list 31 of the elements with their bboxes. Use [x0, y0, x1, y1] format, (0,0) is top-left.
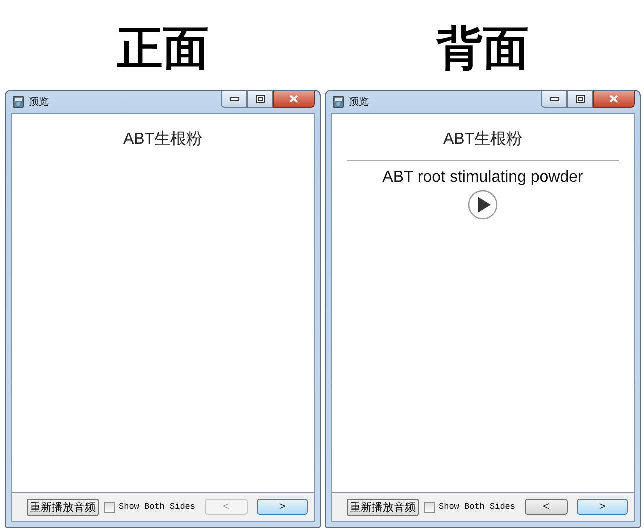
- next-button[interactable]: >: [257, 499, 308, 515]
- close-button[interactable]: [273, 91, 315, 108]
- app-icon: [13, 96, 24, 108]
- checkbox-label: Show Both Sides: [439, 502, 516, 512]
- maximize-icon: [256, 95, 264, 103]
- card-back-text: ABT root stimulating powder: [382, 169, 584, 187]
- app-icon: [333, 96, 344, 108]
- checkbox[interactable]: [424, 502, 435, 512]
- play-icon[interactable]: [468, 190, 498, 220]
- replay-audio-button[interactable]: 重新播放音频: [27, 498, 99, 516]
- checkbox-label: Show Both Sides: [119, 502, 196, 512]
- minimize-button[interactable]: [221, 91, 247, 108]
- maximize-button[interactable]: [247, 91, 273, 108]
- window-title: 预览: [349, 96, 369, 109]
- next-button[interactable]: >: [577, 499, 628, 515]
- card-front-text: ABT生根粉: [123, 130, 203, 150]
- maximize-button[interactable]: [567, 91, 593, 108]
- panel-heading: 正面: [117, 20, 209, 77]
- previous-button[interactable]: <: [524, 499, 568, 515]
- card-front-text: ABT生根粉: [443, 130, 523, 150]
- close-icon: [609, 95, 619, 103]
- replay-audio-button[interactable]: 重新播放音频: [347, 498, 419, 516]
- window-title: 预览: [29, 96, 49, 109]
- close-icon: [289, 95, 299, 103]
- maximize-icon: [576, 95, 584, 103]
- checkbox[interactable]: [104, 502, 115, 512]
- minimize-icon: [230, 97, 238, 101]
- minimize-button[interactable]: [541, 91, 567, 108]
- minimize-icon: [550, 97, 558, 101]
- panel-heading: 背面: [437, 20, 529, 77]
- close-button[interactable]: [593, 91, 635, 108]
